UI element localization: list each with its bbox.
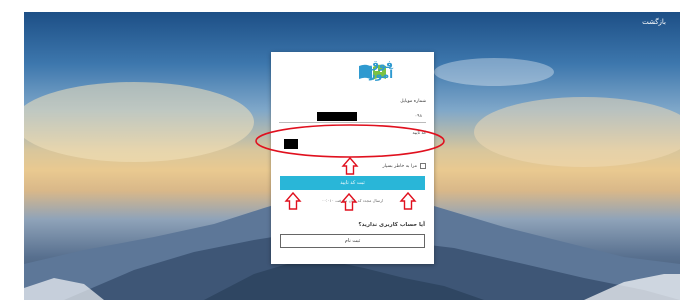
mobile-prefix: ۰۹۸ [414,114,422,119]
resend-text: ارسال مجدد کد پایان معرفت ۰۰:۰۱۰ [321,198,384,203]
login-card: فوق آموز شماره موبایل ۰۹۸ کد تایید مرا ب… [271,52,434,264]
remember-label: مرا به خاطر بسپار [382,163,418,169]
code-field[interactable] [279,137,426,149]
brand-logo: فوق آموز [311,59,393,85]
confirm-code-button[interactable]: ثبت کد تایید [280,176,425,190]
remember-checkbox[interactable] [420,163,426,169]
code-label: کد تایید [412,131,426,136]
redacted-code [284,139,298,149]
signup-button[interactable]: ثبت نام [280,234,425,248]
back-link[interactable]: بازگشت [642,18,666,26]
mobile-label: شماره موبایل [400,99,426,104]
remember-me[interactable]: مرا به خاطر بسپار [382,162,426,170]
redacted-phone [317,112,357,121]
no-account-text: آیا حساب کاربری ندارید؟ [358,222,425,228]
brand-name: فوق آموز [369,58,393,81]
mobile-field[interactable]: ۰۹۸ [279,111,426,123]
